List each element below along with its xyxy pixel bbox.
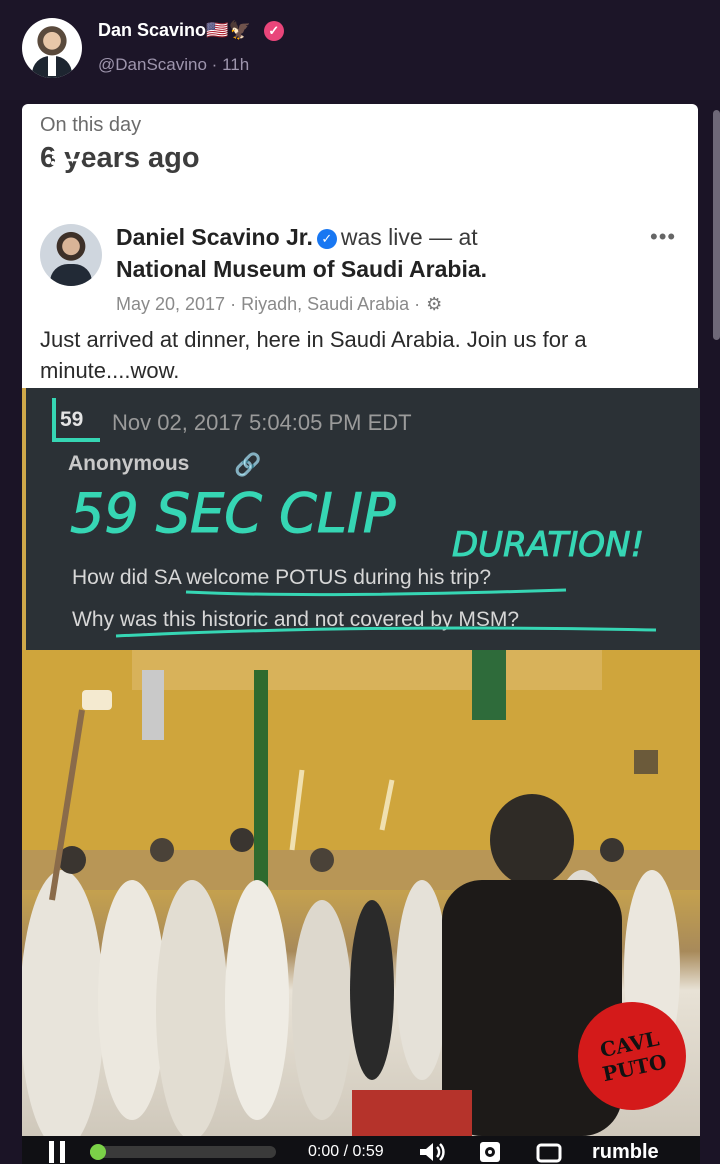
progress-knob[interactable] [90, 1144, 106, 1160]
handwritten-annotation: 59 SEC CLIP DURATION! [70, 482, 645, 565]
fullscreen-icon[interactable] [536, 1143, 562, 1163]
author-avatar[interactable] [22, 18, 82, 78]
fb-location: National Museum of Saudi Arabia. [116, 256, 488, 282]
verified-check-icon: ✓ [316, 228, 337, 249]
video-player[interactable]: CAVL PUTO [22, 650, 700, 1136]
annotation-line1: 59 SEC CLIP [70, 482, 396, 545]
time-readout: 0:00 / 0:59 [308, 1143, 384, 1160]
memory-card: On this day 6 years ago Daniel Scavino J… [22, 104, 698, 394]
fb-avatar-suit [50, 264, 92, 286]
author-handle[interactable]: @DanScavino [98, 55, 207, 74]
rumble-brand[interactable]: rumble [592, 1141, 659, 1164]
channel-logo: CAVL PUTO [578, 1002, 686, 1110]
avatar-shirt [48, 56, 56, 76]
display-name-text: Dan Scavino🇺🇸🦅 [98, 20, 251, 40]
scrollbar[interactable] [713, 110, 720, 340]
volume-icon[interactable] [418, 1141, 446, 1163]
q-drop-number: 59 [60, 408, 84, 431]
post-header: Dan Scavino🇺🇸🦅 ✓ @DanScavino · 11h [0, 0, 720, 100]
q-drop-date: Nov 02, 2017 5:04:05 PM EDT [112, 410, 412, 435]
annotation-line2: DURATION! [452, 525, 644, 564]
memory-title: On this day [40, 114, 142, 136]
author-handle-line: @DanScavino · 11h [98, 55, 249, 75]
fb-meta-text: May 20, 2017 · Riyadh, Saudi Arabia · [116, 294, 421, 314]
fb-author-avatar [40, 224, 102, 286]
separator-dot: · [211, 55, 218, 74]
verified-badge-icon: ✓ [263, 21, 284, 42]
post-time[interactable]: 11h [222, 55, 249, 74]
fb-author-line: Daniel Scavino Jr. ✓ was live — at [116, 224, 478, 251]
cast-icon[interactable] [50, 138, 84, 166]
settings-gear-icon[interactable] [478, 1141, 502, 1163]
fb-author-name: Daniel Scavino Jr. [116, 224, 313, 250]
q-drop-author: Anonymous [68, 452, 190, 475]
privacy-gear-icon: ⚙ [426, 294, 443, 314]
fb-meta-line: May 20, 2017 · Riyadh, Saudi Arabia · ⚙ [116, 294, 442, 315]
author-display-name[interactable]: Dan Scavino🇺🇸🦅 ✓ [98, 20, 284, 42]
pause-icon[interactable] [46, 1141, 68, 1163]
underline-annotations [115, 588, 657, 638]
fb-status: was live — at [340, 224, 478, 250]
q-drop-panel: 59 Nov 02, 2017 5:04:05 PM EDT Anonymous… [22, 388, 700, 650]
more-options-icon: ••• [650, 224, 677, 249]
channel-logo-text: CAVL PUTO [597, 1026, 669, 1087]
progress-bar[interactable] [90, 1144, 276, 1160]
fb-post-text: Just arrived at dinner, here in Saudi Ar… [40, 327, 587, 383]
